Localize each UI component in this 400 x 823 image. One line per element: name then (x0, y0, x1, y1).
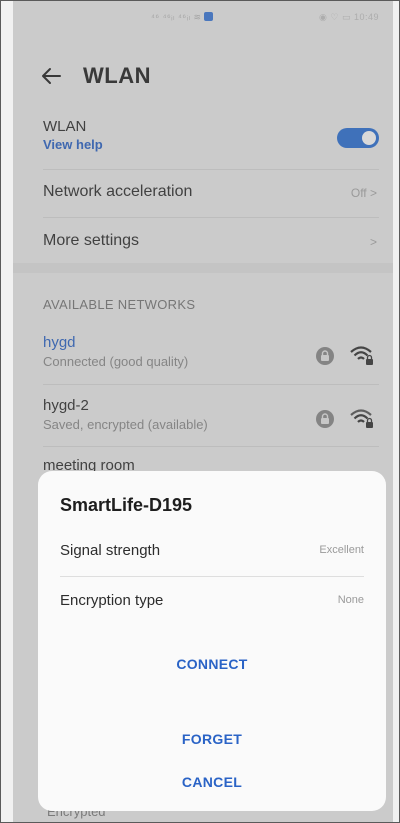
dialog-title: SmartLife-D195 (60, 495, 193, 515)
screenshot-frame: ⁴⁶ ⁴⁶ᵢₗ ⁴⁶ᵢₗ ≋ ◉ ♡ ▭ 10:49 WLAN WLAN Vie… (0, 0, 400, 823)
cancel-button[interactable]: CANCEL (38, 774, 386, 790)
forget-button[interactable]: FORGET (38, 731, 386, 747)
encryption-type-value: None (337, 594, 364, 606)
divider (60, 576, 364, 577)
settings-screen: ⁴⁶ ⁴⁶ᵢₗ ⁴⁶ᵢₗ ≋ ◉ ♡ ▭ 10:49 WLAN WLAN Vie… (13, 1, 393, 822)
network-dialog: SmartLife-D195 Signal strength Excellent… (38, 471, 386, 811)
connect-button[interactable]: CONNECT (38, 656, 386, 672)
encryption-type-label: Encryption type (60, 592, 164, 609)
encryption-type-row: Encryption type None (60, 592, 364, 614)
signal-strength-value: Excellent (319, 544, 364, 556)
signal-strength-row: Signal strength Excellent (60, 542, 364, 564)
